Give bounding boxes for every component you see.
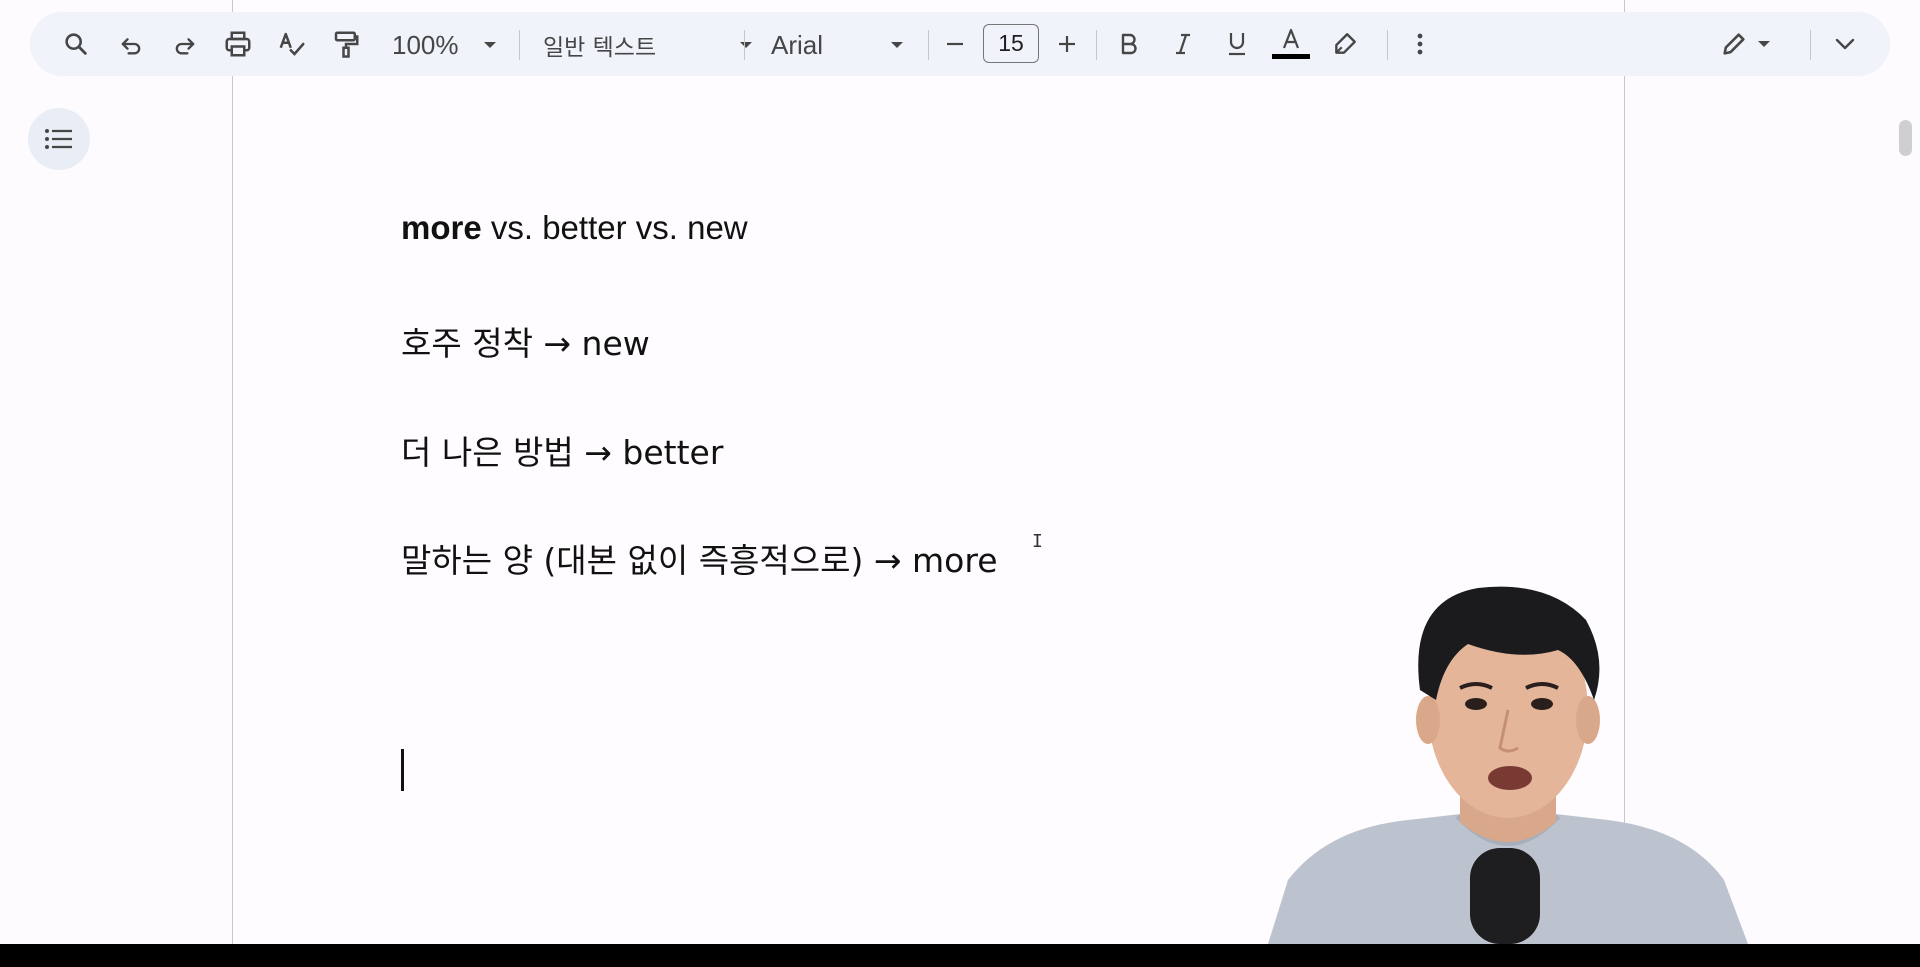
zoom-value: 100% <box>392 29 459 60</box>
formatting-toolbar: 100% 일반 텍스트 Arial <box>30 12 1890 76</box>
caret-down-icon <box>484 42 496 48</box>
redo-icon[interactable] <box>165 24 205 64</box>
more-vert-icon[interactable] <box>1400 24 1440 64</box>
edit-mode-button[interactable] <box>1710 24 1782 64</box>
toolbar-divider <box>519 30 520 60</box>
toolbar-divider <box>928 30 929 60</box>
font-family-value: Arial <box>771 29 824 60</box>
print-icon[interactable] <box>218 24 258 64</box>
caret-down-icon <box>1758 41 1770 47</box>
minus-icon <box>947 42 963 46</box>
plus-icon <box>1059 36 1075 52</box>
undo-icon[interactable] <box>111 24 151 64</box>
caret-down-icon <box>891 42 903 48</box>
caret-down-icon <box>740 42 752 48</box>
doc-line-1-bold: more <box>401 209 482 246</box>
zoom-dropdown[interactable]: 100% <box>392 28 498 62</box>
text-color-icon[interactable] <box>1271 24 1311 64</box>
text-caret <box>401 749 404 791</box>
doc-line-1[interactable]: more vs. better vs. new <box>401 209 748 247</box>
paint-format-icon[interactable] <box>326 24 366 64</box>
bold-icon[interactable] <box>1109 24 1149 64</box>
paragraph-style-dropdown[interactable]: 일반 텍스트 <box>543 28 754 62</box>
underline-icon[interactable] <box>1217 24 1257 64</box>
chevron-down-icon[interactable] <box>1825 24 1865 64</box>
mouse-ibeam-cursor: I <box>1032 531 1043 552</box>
paragraph-style-value: 일반 텍스트 <box>543 35 657 61</box>
doc-line-2[interactable]: 호주 정착 → new <box>401 317 650 365</box>
scrollbar-thumb[interactable] <box>1899 120 1912 156</box>
search-icon[interactable] <box>56 24 96 64</box>
document-outline-button[interactable] <box>28 108 90 170</box>
toolbar-divider <box>744 30 745 60</box>
edit-mode-icon <box>1723 33 1745 55</box>
font-size-input[interactable]: 15 <box>983 24 1039 63</box>
highlight-icon[interactable] <box>1325 24 1365 64</box>
doc-line-3[interactable]: 더 나은 방법 → better <box>401 426 723 474</box>
italic-icon[interactable] <box>1163 24 1203 64</box>
webcam-overlay <box>1268 580 1748 944</box>
decrease-font-size-button[interactable] <box>935 24 975 64</box>
bottom-black-bar <box>0 944 1920 967</box>
font-family-dropdown[interactable]: Arial <box>771 28 905 62</box>
spellcheck-icon[interactable] <box>272 24 312 64</box>
doc-line-1-rest: vs. better vs. new <box>481 209 748 246</box>
increase-font-size-button[interactable] <box>1047 24 1087 64</box>
outline-icon <box>45 129 72 149</box>
presenter-video <box>1268 586 1748 944</box>
doc-line-4[interactable]: 말하는 양 (대본 없이 즉흥적으로) → more <box>401 534 998 582</box>
